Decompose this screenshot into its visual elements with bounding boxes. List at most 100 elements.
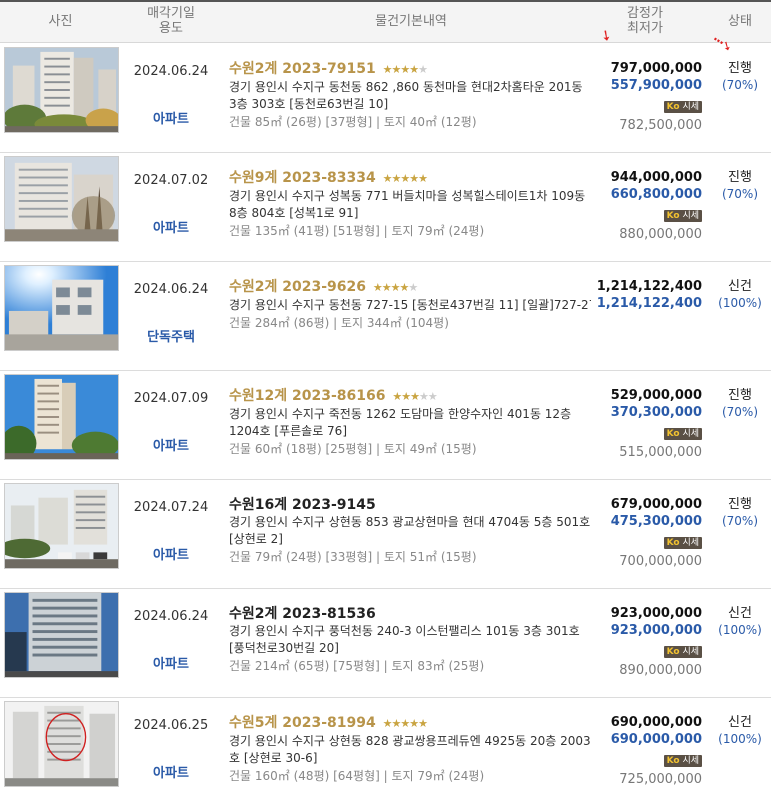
price-block: 679,000,000 475,300,000 Ko 시세 700,000,000: [580, 496, 702, 570]
status-block: 진행 (70%): [709, 496, 771, 530]
status-block: 진행 (70%): [709, 169, 771, 203]
price-block: 529,000,000 370,300,000 Ko 시세 515,000,000: [580, 387, 702, 461]
table-header: 사진 매각기일 용도 물건기본내역 감정가 최저가 상태: [0, 0, 771, 43]
market-price: 890,000,000: [619, 663, 702, 678]
table-row[interactable]: 2024.06.24 아파트 수원2계 2023-79151 ★★★★★ 경기 용인시…: [0, 44, 771, 153]
property-kind: 아파트: [153, 221, 189, 236]
table-row[interactable]: 2024.07.09 아파트 수원12계 2023-86166 ★★★★★ 경기 용인…: [0, 371, 771, 480]
property-kind: 단독주택: [147, 330, 195, 345]
property-kind: 아파트: [153, 548, 189, 563]
status-percent: (70%): [721, 187, 759, 201]
property-photo[interactable]: [4, 483, 119, 569]
status-text: 진행: [728, 170, 752, 185]
price-block: 690,000,000 690,000,000 Ko 시세 725,000,000: [580, 714, 702, 788]
property-area: 건물 60㎡ (18평) [25평형] | 토지 49㎡ (15평): [229, 442, 477, 456]
market-price-badge[interactable]: Ko 시세: [663, 428, 702, 440]
appraisal-price: 1,214,122,400: [596, 279, 702, 294]
sale-date: 2024.06.25: [133, 718, 209, 733]
status-text: 진행: [728, 61, 752, 76]
appraisal-price: 944,000,000: [610, 170, 702, 185]
status-text: 신건: [728, 715, 752, 730]
price-block: 944,000,000 660,800,000 Ko 시세 880,000,000: [580, 169, 702, 243]
appraisal-price: 529,000,000: [610, 388, 702, 403]
market-price-badge[interactable]: Ko 시세: [663, 537, 702, 549]
status-percent: (100%): [718, 732, 762, 746]
property-info: 수원5계 2023-81994 ★★★★★ 경기 용인시 수지구 상현동 828 …: [229, 714, 591, 785]
property-info: 수원2계 2023-79151 ★★★★★ 경기 용인시 수지구 동천동 862 …: [229, 60, 591, 131]
case-number-link[interactable]: 수원2계 2023-79151: [229, 61, 376, 77]
status-block: 신건 (100%): [709, 714, 771, 748]
rating-stars: ★★★★★: [382, 172, 428, 185]
sale-date: 2024.07.02: [133, 173, 209, 188]
case-line[interactable]: 수원12계 2023-86166 ★★★★★: [229, 387, 591, 406]
minimum-price: 475,300,000: [610, 514, 702, 529]
case-line[interactable]: 수원9계 2023-83334 ★★★★★: [229, 169, 591, 188]
table-row[interactable]: 2024.06.25 아파트 수원5계 2023-81994 ★★★★★ 경기 용인시…: [0, 698, 771, 795]
market-price: 782,500,000: [619, 118, 702, 133]
property-area: 건물 214㎡ (65평) [75평형] | 토지 83㎡ (25평): [229, 659, 485, 673]
property-address: 경기 용인시 수지구 성복동 771 버들치마을 성복힐스테이트1차 109동 …: [229, 189, 586, 220]
price-block: 923,000,000 923,000,000 Ko 시세 890,000,000: [580, 605, 702, 679]
property-photo[interactable]: [4, 265, 119, 351]
price-block: 797,000,000 557,900,000 Ko 시세 782,500,000: [580, 60, 702, 134]
case-number-link[interactable]: 수원9계 2023-83334: [229, 170, 376, 186]
property-address: 경기 용인시 수지구 풍덕천동 240-3 이스턴팰리스 101동 3층 301…: [229, 624, 580, 655]
case-number-link[interactable]: 수원12계 2023-86166: [229, 388, 385, 404]
market-price: 515,000,000: [619, 445, 702, 460]
market-price-badge[interactable]: Ko 시세: [663, 210, 702, 222]
case-line[interactable]: 수원2계 2023-81536: [229, 605, 591, 623]
market-price-badge[interactable]: Ko 시세: [663, 646, 702, 658]
status-text: 신건: [728, 606, 752, 621]
property-address: 경기 용인시 수지구 상현동 828 광교쌍용프레듀엔 4925동 20층 20…: [229, 734, 591, 765]
status-percent: (70%): [721, 514, 759, 528]
property-address: 경기 용인시 수지구 죽전동 1262 도담마을 한양수자인 401동 12층 …: [229, 407, 572, 438]
market-price: 700,000,000: [619, 554, 702, 569]
minimum-price: 557,900,000: [610, 78, 702, 93]
minimum-price: 690,000,000: [610, 732, 702, 747]
status-percent: (100%): [718, 623, 762, 637]
property-address: 경기 용인시 수지구 동천동 727-15 [동천로437번길 11] [일괄]…: [229, 298, 591, 312]
status-block: 신건 (100%): [709, 605, 771, 639]
status-text: 진행: [728, 497, 752, 512]
property-kind: 아파트: [153, 439, 189, 454]
property-info: 수원2계 2023-81536 경기 용인시 수지구 풍덕천동 240-3 이스…: [229, 605, 591, 675]
minimum-price: 1,214,122,400: [596, 296, 702, 311]
market-price-badge[interactable]: Ko 시세: [663, 755, 702, 767]
property-info: 수원2계 2023-9626 ★★★★★ 경기 용인시 수지구 동천동 727-1…: [229, 278, 591, 332]
sale-date: 2024.06.24: [133, 282, 209, 297]
sale-date: 2024.06.24: [133, 64, 209, 79]
table-row[interactable]: 2024.07.24 아파트 수원16계 2023-9145 경기 용인시 수지구 …: [0, 480, 771, 589]
minimum-price: 923,000,000: [610, 623, 702, 638]
market-price-badge[interactable]: Ko 시세: [663, 101, 702, 113]
property-info: 수원16계 2023-9145 경기 용인시 수지구 상현동 853 광교상현마…: [229, 496, 591, 566]
case-line[interactable]: 수원2계 2023-9626 ★★★★★: [229, 278, 591, 297]
case-line[interactable]: 수원2계 2023-79151 ★★★★★: [229, 60, 591, 79]
case-number-link[interactable]: 수원5계 2023-81994: [229, 715, 376, 731]
case-line[interactable]: 수원5계 2023-81994 ★★★★★: [229, 714, 591, 733]
property-area: 건물 284㎡ (86평) | 토지 344㎡ (104평): [229, 316, 449, 330]
property-area: 건물 85㎡ (26평) [37평형] | 토지 40㎡ (12평): [229, 115, 477, 129]
table-row[interactable]: 2024.06.24 단독주택 수원2계 2023-9626 ★★★★★ 경기 용인시…: [0, 262, 771, 371]
sale-date: 2024.06.24: [133, 609, 209, 624]
market-price: 880,000,000: [619, 227, 702, 242]
case-number-link[interactable]: 수원16계 2023-9145: [229, 497, 376, 513]
appraisal-price: 690,000,000: [610, 715, 702, 730]
case-number-link[interactable]: 수원2계 2023-81536: [229, 606, 376, 622]
property-photo[interactable]: [4, 47, 119, 133]
property-kind: 아파트: [153, 112, 189, 127]
header-status: 상태: [728, 14, 752, 29]
status-block: 진행 (70%): [709, 387, 771, 421]
property-info: 수원9계 2023-83334 ★★★★★ 경기 용인시 수지구 성복동 771 …: [229, 169, 591, 240]
property-photo[interactable]: [4, 374, 119, 460]
table-row[interactable]: 2024.07.02 아파트 수원9계 2023-83334 ★★★★★ 경기 용인시…: [0, 153, 771, 262]
status-text: 진행: [728, 388, 752, 403]
status-text: 신건: [728, 279, 752, 294]
case-line[interactable]: 수원16계 2023-9145: [229, 496, 591, 514]
property-kind: 아파트: [153, 657, 189, 672]
property-photo[interactable]: [4, 592, 119, 678]
property-photo[interactable]: [4, 156, 119, 242]
case-number-link[interactable]: 수원2계 2023-9626: [229, 279, 366, 295]
market-price: 725,000,000: [619, 772, 702, 787]
property-photo[interactable]: [4, 701, 119, 787]
table-row[interactable]: 2024.06.24 아파트 수원2계 2023-81536 경기 용인시 수지구 …: [0, 589, 771, 698]
